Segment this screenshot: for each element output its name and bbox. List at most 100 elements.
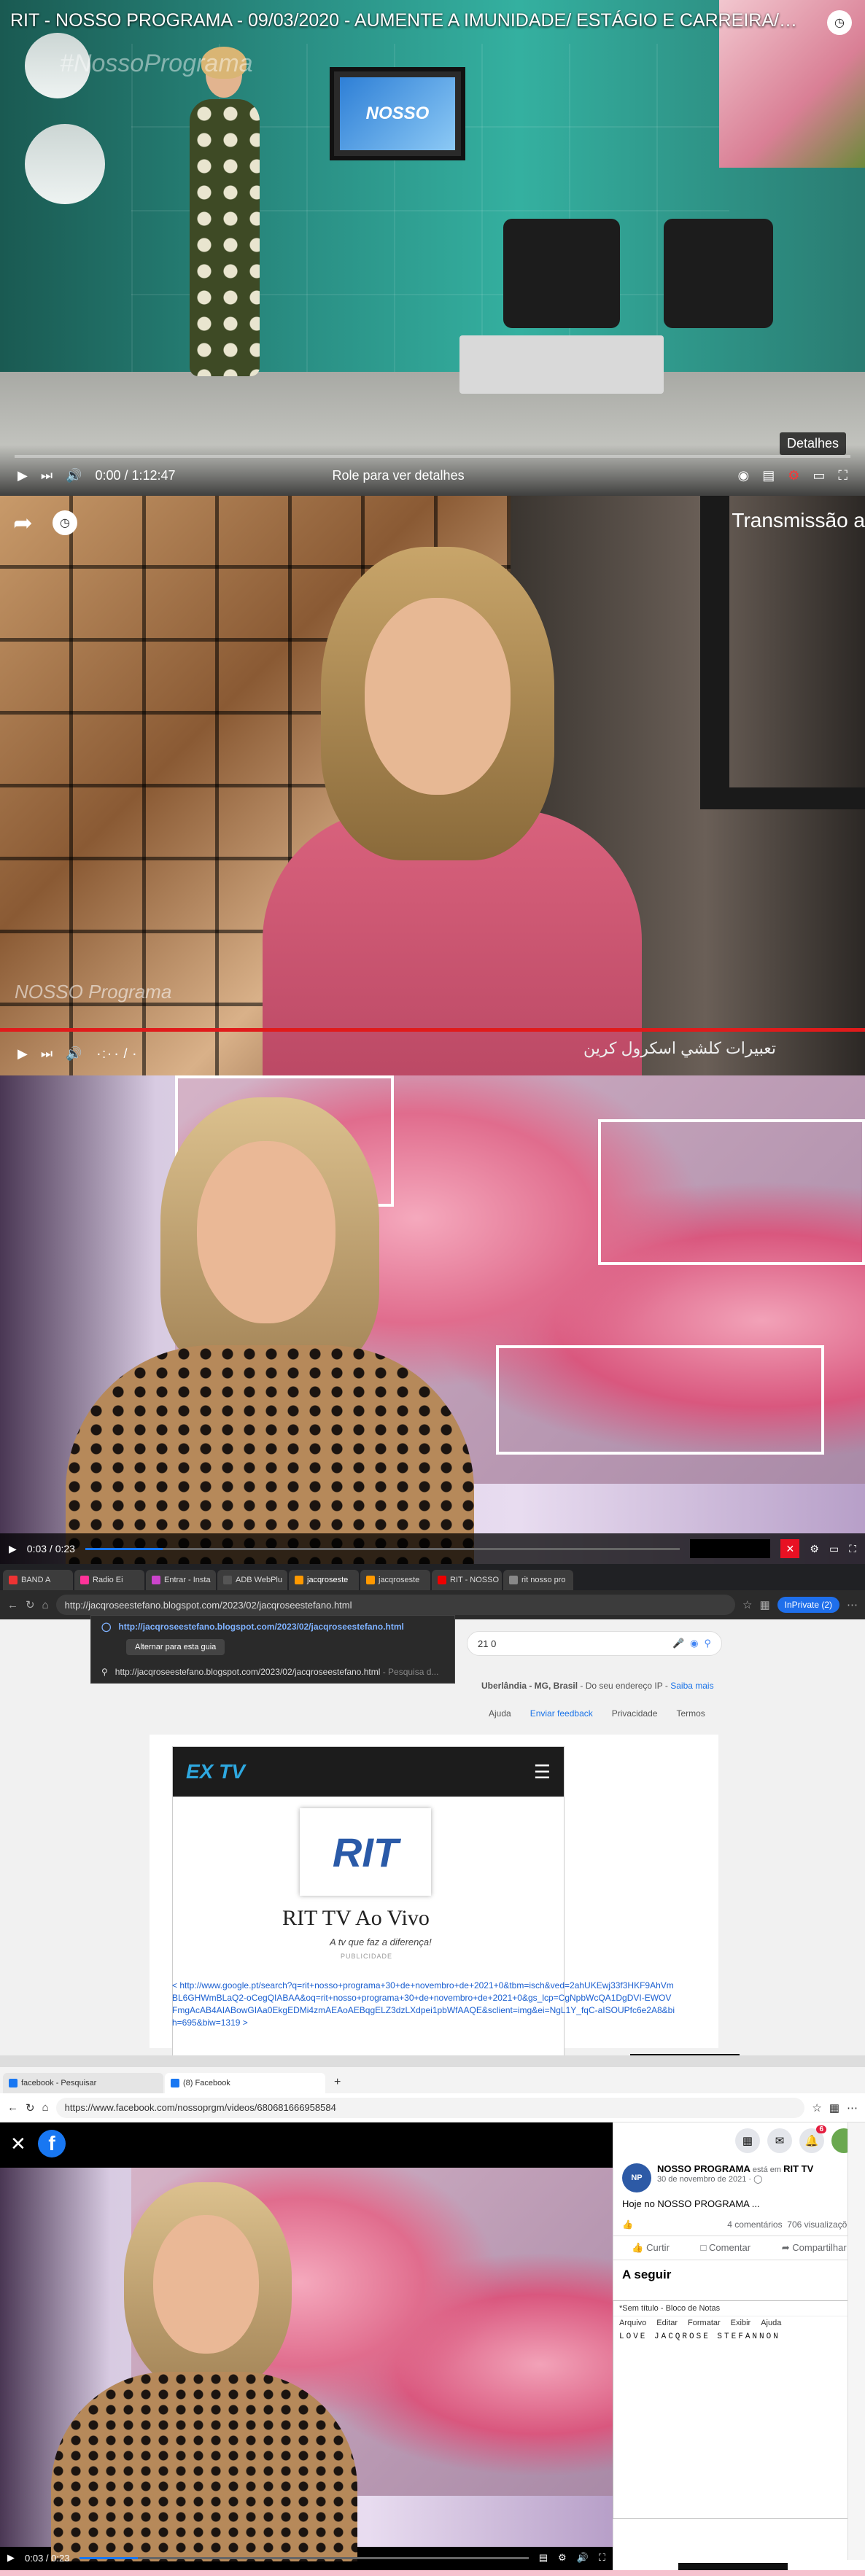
captions-icon[interactable]: ▤ xyxy=(539,2552,548,2564)
back-icon[interactable]: ← xyxy=(7,1599,18,1611)
volume-icon[interactable]: 🔊 xyxy=(66,1046,82,1062)
notepad-menu-item[interactable]: Exibir xyxy=(731,2319,751,2327)
switch-tab-button[interactable]: Alternar para esta guia xyxy=(126,1639,225,1655)
video-player-1[interactable]: NOSSO RIT - NOSSO PROGRAMA - 09/03/2020 … xyxy=(0,0,865,496)
progress-bar[interactable] xyxy=(0,1028,865,1032)
notifications-icon[interactable]: 🔔 6 xyxy=(799,2125,826,2153)
favorites-icon[interactable]: ☆ xyxy=(812,2101,821,2114)
settings-icon[interactable]: ⚙ xyxy=(558,2552,567,2564)
search-icon[interactable]: ⚲ xyxy=(704,1638,711,1649)
video-title: RIT - NOSSO PROGRAMA - 09/03/2020 - AUME… xyxy=(10,10,807,31)
fullscreen-icon[interactable]: ⛶ xyxy=(849,1543,856,1555)
presenter-face xyxy=(365,598,511,795)
footer-link[interactable]: Privacidade xyxy=(612,1708,658,1719)
wall-tile xyxy=(598,1119,865,1265)
like-button[interactable]: 👍 Curtir xyxy=(632,2242,670,2254)
facebook-icon xyxy=(171,2079,179,2087)
lens-icon[interactable]: ◉ xyxy=(690,1638,698,1649)
address-bar[interactable]: https://www.facebook.com/nossoprgm/video… xyxy=(55,2097,805,2118)
notepad-menu-item[interactable]: Arquivo xyxy=(619,2319,646,2327)
fullscreen-icon[interactable]: ⛶ xyxy=(599,2552,605,2564)
video-player-3[interactable]: ▶ 0:03 / 0:23 ✕ ⚙ ▭ ⛶ xyxy=(0,1075,865,1564)
progress-bar[interactable] xyxy=(85,1547,680,1550)
progress-bar[interactable] xyxy=(79,2556,529,2559)
browser-tab[interactable]: Entrar - Insta xyxy=(146,1570,216,1590)
browser-tab[interactable]: RIT - NOSSO xyxy=(432,1570,502,1590)
page-name[interactable]: NOSSO PROGRAMA xyxy=(657,2163,750,2174)
back-icon[interactable]: ← xyxy=(7,2101,18,2114)
next-icon[interactable]: ⏭ xyxy=(41,468,53,483)
footer-link[interactable]: Ajuda xyxy=(489,1708,511,1719)
browser-tab[interactable]: rit nosso pro xyxy=(503,1570,573,1590)
share-icon[interactable]: ➦ xyxy=(13,509,33,537)
suggestion-item[interactable]: ⚲ http://jacqroseestefano.blogspot.com/20… xyxy=(91,1661,454,1683)
favorites-icon[interactable]: ☆ xyxy=(742,1598,752,1611)
progress-bar[interactable] xyxy=(15,455,850,458)
close-icon[interactable]: ✕ xyxy=(10,2133,26,2155)
tab-facebook[interactable]: (8) Facebook xyxy=(165,2073,325,2093)
share-button[interactable]: ➦ Compartilhar xyxy=(782,2242,847,2254)
collections-icon[interactable]: ▦ xyxy=(759,1598,769,1611)
notepad-menu-item[interactable]: Ajuda xyxy=(761,2319,781,2327)
address-text: http://jacqroseestefano.blogspot.com/202… xyxy=(64,1599,352,1611)
comment-count[interactable]: 4 comentários xyxy=(727,2219,782,2230)
notepad-text[interactable]: LOVE JACQROSE STEFANNON xyxy=(613,2330,864,2344)
subtitles-icon[interactable]: ▤ xyxy=(762,468,775,483)
post-date[interactable]: 30 de novembro de 2021 · xyxy=(657,2175,753,2184)
next-icon[interactable]: ⏭ xyxy=(41,1046,53,1062)
settings-icon[interactable]: ⚙ xyxy=(788,468,799,483)
inprivate-badge[interactable]: InPrivate (2) xyxy=(777,1597,839,1613)
notepad-menu-item[interactable]: Editar xyxy=(656,2319,678,2327)
hamburger-menu-icon[interactable]: ☰ xyxy=(534,1761,551,1783)
clock-icon[interactable]: ◷ xyxy=(827,10,852,35)
messenger-icon[interactable]: ✉ xyxy=(767,2128,792,2153)
menu-icon[interactable]: ⋯ xyxy=(847,1598,858,1611)
notepad-window[interactable]: *Sem título - Bloco de Notas Arquivo Edit… xyxy=(613,2300,865,2519)
clock-icon[interactable]: ◷ xyxy=(53,510,77,535)
video-player-2[interactable]: ➦ ◷ Transmissão a NOSSO Programa تعبيرات… xyxy=(0,496,865,1075)
mic-icon[interactable]: 🎤 xyxy=(672,1638,684,1649)
page-place[interactable]: RIT TV xyxy=(783,2163,813,2174)
suggestion-item[interactable]: ◯ http://jacqroseestefano.blogspot.com/20… xyxy=(91,1616,454,1638)
menu-icon[interactable]: ⋯ xyxy=(847,2101,858,2114)
footer-link[interactable]: Enviar feedback xyxy=(530,1708,593,1719)
pip-icon[interactable]: ▭ xyxy=(829,1543,839,1555)
browser-tab[interactable]: Radio Ei xyxy=(74,1570,144,1590)
page-avatar[interactable]: NP xyxy=(622,2163,651,2192)
play-icon[interactable]: ▶ xyxy=(18,468,28,483)
new-tab-icon[interactable]: + xyxy=(327,2076,348,2093)
miniplayer-icon[interactable]: ▭ xyxy=(812,468,825,483)
home-icon[interactable]: ⌂ xyxy=(42,2101,49,2114)
close-icon[interactable]: ✕ xyxy=(780,1539,800,1558)
facebook-logo-icon[interactable]: f xyxy=(38,2130,66,2157)
search-input[interactable]: 21 0 🎤 ◉ ⚲ xyxy=(467,1631,722,1656)
rit-logo: RIT xyxy=(300,1808,431,1896)
favicon-icon xyxy=(295,1576,303,1584)
autoplay-toggle-icon[interactable]: ◉ xyxy=(738,468,750,483)
learn-more-link[interactable]: Saiba mais xyxy=(670,1681,713,1691)
address-bar[interactable]: http://jacqroseestefano.blogspot.com/202… xyxy=(55,1595,735,1615)
fullscreen-icon[interactable]: ⛶ xyxy=(838,468,847,483)
comment-button[interactable]: □ Comentar xyxy=(701,2242,751,2254)
collections-icon[interactable]: ▦ xyxy=(829,2101,839,2114)
browser-tab[interactable]: BAND A xyxy=(3,1570,73,1590)
refresh-icon[interactable]: ↻ xyxy=(26,1598,35,1611)
browser-tab[interactable]: jacqroseste xyxy=(289,1570,359,1590)
horizontal-scrollbar[interactable] xyxy=(0,2055,865,2067)
menu-grid-icon[interactable]: ▦ xyxy=(735,2128,760,2153)
tab-facebook-search[interactable]: facebook - Pesquisar xyxy=(3,2073,163,2093)
home-icon[interactable]: ⌂ xyxy=(42,1599,49,1611)
notepad-menu-item[interactable]: Formatar xyxy=(688,2319,721,2327)
play-icon[interactable]: ▶ xyxy=(18,1046,28,1062)
browser-tab[interactable]: ADB WebPlu xyxy=(217,1570,287,1590)
volume-icon[interactable]: 🔊 xyxy=(577,2552,589,2564)
video-viewer[interactable]: ✕ f ▶ 0:03 / 0:23 ▤ ⚙ 🔊 ⛶ xyxy=(0,2122,613,2576)
play-icon[interactable]: ▶ xyxy=(9,1543,17,1555)
play-icon[interactable]: ▶ xyxy=(7,2552,15,2564)
result-url[interactable]: < http://www.google.pt/search?q=rit+noss… xyxy=(172,1980,675,2029)
footer-link[interactable]: Termos xyxy=(676,1708,705,1719)
notepad-title: *Sem título - Bloco de Notas xyxy=(613,2301,864,2316)
browser-tab[interactable]: jacqroseste xyxy=(360,1570,430,1590)
refresh-icon[interactable]: ↻ xyxy=(26,2101,35,2114)
settings-icon[interactable]: ⚙ xyxy=(810,1543,819,1555)
